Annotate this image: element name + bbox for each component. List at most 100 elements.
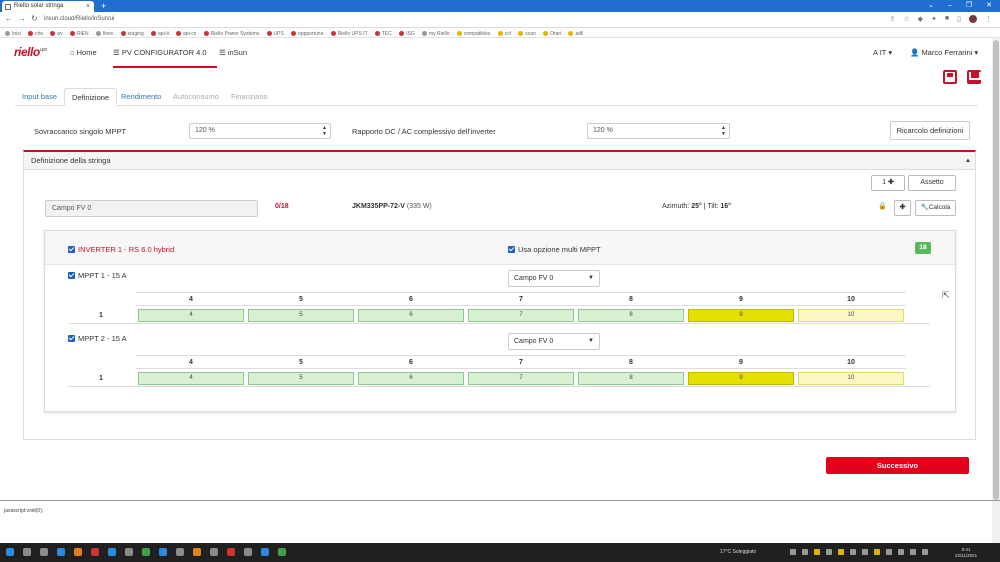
bookmark-item[interactable]: ISG (399, 29, 415, 37)
chevron-down-icon[interactable]: ⌄ (928, 0, 934, 12)
bookmark-item[interactable]: api-cs (176, 29, 196, 37)
save-icon[interactable] (943, 70, 957, 84)
mppt-1-checkbox-row[interactable]: MPPT 1 - 15 A (68, 271, 127, 280)
forward-icon[interactable]: → (18, 14, 31, 23)
checkbox-checked-icon[interactable] (68, 246, 75, 253)
nav-insun[interactable]: ☰ inSun (219, 48, 247, 57)
weather-widget[interactable]: 17°C Soleggiato (720, 549, 756, 555)
tray-icon[interactable] (802, 549, 808, 555)
string-cell[interactable]: 10 (798, 309, 904, 322)
panel-header[interactable]: Definizione della stringa ▲ (24, 152, 975, 170)
browser-tab[interactable]: Riello solar stringa × (2, 1, 94, 12)
string-cell[interactable]: 8 (578, 372, 684, 385)
windows-start-icon[interactable] (6, 548, 14, 556)
bookmark-item[interactable]: UPS (266, 29, 284, 37)
address-bar[interactable]: insun.cloud/Riello/inSun/ui (44, 16, 114, 22)
pin-icon[interactable]: ■ (945, 15, 949, 23)
bookmark-item[interactable]: my Riello (421, 29, 450, 37)
nav-pv-configurator[interactable]: ☰ PV CONFIGURATOR 4.0 (113, 48, 217, 68)
checkbox-checked-icon[interactable] (68, 272, 75, 279)
edge-icon[interactable] (57, 548, 65, 556)
string-cell[interactable]: 4 (138, 372, 244, 385)
app-icon[interactable] (210, 548, 218, 556)
menu-dots-icon[interactable]: ⋮ (985, 15, 992, 23)
explorer-icon[interactable] (74, 548, 82, 556)
ricarcolo-button[interactable]: Ricarcolo definizioni (890, 121, 970, 140)
tab-rendimento[interactable]: Rendimento (114, 88, 168, 106)
string-cell[interactable]: 10 (798, 372, 904, 385)
bookmark-item[interactable]: che (28, 29, 43, 37)
tray-icon[interactable] (790, 549, 796, 555)
string-cell[interactable]: 8 (578, 309, 684, 322)
string-cell[interactable]: 6 (358, 309, 464, 322)
bookmark-item[interactable]: adli (568, 29, 583, 37)
bookmark-item[interactable]: Riello Power Systems (203, 29, 259, 37)
campo-name-input[interactable]: Campo FV 0 (45, 200, 258, 217)
outlook-icon[interactable] (108, 548, 116, 556)
word-icon[interactable] (159, 548, 167, 556)
new-tab-icon[interactable]: + (101, 0, 106, 12)
star-icon[interactable]: ☆ (903, 15, 909, 23)
search-icon[interactable] (23, 548, 31, 556)
tab-input-base[interactable]: Input base (15, 88, 64, 106)
mail-icon[interactable] (967, 70, 981, 84)
mppt-2-campo-select[interactable]: Campo FV 0 ▼ (508, 333, 600, 350)
checkbox-checked-icon[interactable] (508, 246, 515, 253)
app-icon[interactable] (227, 548, 235, 556)
string-cell[interactable]: 7 (468, 372, 574, 385)
sidebar-icon[interactable]: ▯ (957, 15, 961, 23)
bookmark-item[interactable]: Riello UPS IT (330, 29, 368, 37)
excel-icon[interactable] (142, 548, 150, 556)
multi-mppt-checkbox-row[interactable]: Usa opzione multi MPPT (508, 245, 601, 254)
bookmark-item[interactable]: Inizi (5, 29, 21, 37)
add-campo-button[interactable]: 1 ✚ (871, 175, 905, 191)
volume-icon[interactable] (910, 549, 916, 555)
plus-button[interactable]: ✚ (894, 200, 911, 216)
tray-icon[interactable] (826, 549, 832, 555)
calcola-button[interactable]: 🔧Calcola (915, 200, 956, 216)
share-icon[interactable]: ⇪ (889, 15, 895, 23)
checkbox-checked-icon[interactable] (68, 335, 75, 342)
puzzle-icon[interactable]: ✦ (931, 15, 937, 23)
tray-icon[interactable] (838, 549, 844, 555)
scrollbar-thumb[interactable] (993, 40, 999, 500)
bookmark-item[interactable]: TEC (374, 29, 392, 37)
mppt-2-checkbox-row[interactable]: MPPT 2 - 15 A (68, 334, 127, 343)
bookmark-item[interactable]: pv (50, 29, 63, 37)
sovraccarico-input[interactable]: 120 % ▲ ▼ (189, 123, 331, 139)
task-view-icon[interactable] (40, 548, 48, 556)
bookmark-item[interactable]: api-ti (151, 29, 169, 37)
rapporto-input[interactable]: 120 % ▲ ▼ (587, 123, 730, 139)
extension-icon[interactable]: ◆ (918, 15, 923, 23)
tray-icon[interactable] (862, 549, 868, 555)
reload-icon[interactable]: ↻ (31, 14, 43, 23)
collapse-icon[interactable]: ▲ (965, 152, 971, 170)
teams-icon[interactable] (125, 548, 133, 556)
bookmark-item[interactable]: ccf (497, 29, 511, 37)
lock-icon[interactable]: 🔒 (878, 202, 887, 210)
string-cell[interactable]: 9 (688, 372, 794, 385)
bookmark-item[interactable]: compatibles (456, 29, 490, 37)
riello-logo[interactable]: rielloups (14, 45, 48, 59)
battery-icon[interactable] (922, 549, 928, 555)
back-icon[interactable]: ← (5, 14, 18, 23)
tray-icon[interactable] (850, 549, 856, 555)
bookmark-item[interactable]: scan (518, 29, 536, 37)
bookmark-item[interactable]: staging (120, 29, 144, 37)
spinner-icon[interactable]: ▲ ▼ (721, 125, 726, 137)
tray-icon[interactable] (814, 549, 820, 555)
profile-avatar-icon[interactable] (969, 15, 977, 23)
assetto-button[interactable]: Assetto (908, 175, 956, 191)
bookmark-item[interactable]: oppportuna (291, 29, 323, 37)
bookmark-item[interactable]: Orari (543, 29, 561, 37)
app-icon[interactable] (193, 548, 201, 556)
maximize-icon[interactable]: ❐ (966, 0, 972, 12)
spinner-icon[interactable]: ▲ ▼ (322, 125, 327, 137)
mppt-1-campo-select[interactable]: Campo FV 0 ▼ (508, 270, 600, 287)
app-icon[interactable] (261, 548, 269, 556)
chrome-icon[interactable] (91, 548, 99, 556)
close-window-icon[interactable]: ✕ (986, 0, 992, 12)
tray-icon[interactable] (874, 549, 880, 555)
bookmark-item[interactable]: Ilnov (95, 29, 113, 37)
bookmark-item[interactable]: RiEN (69, 29, 89, 37)
